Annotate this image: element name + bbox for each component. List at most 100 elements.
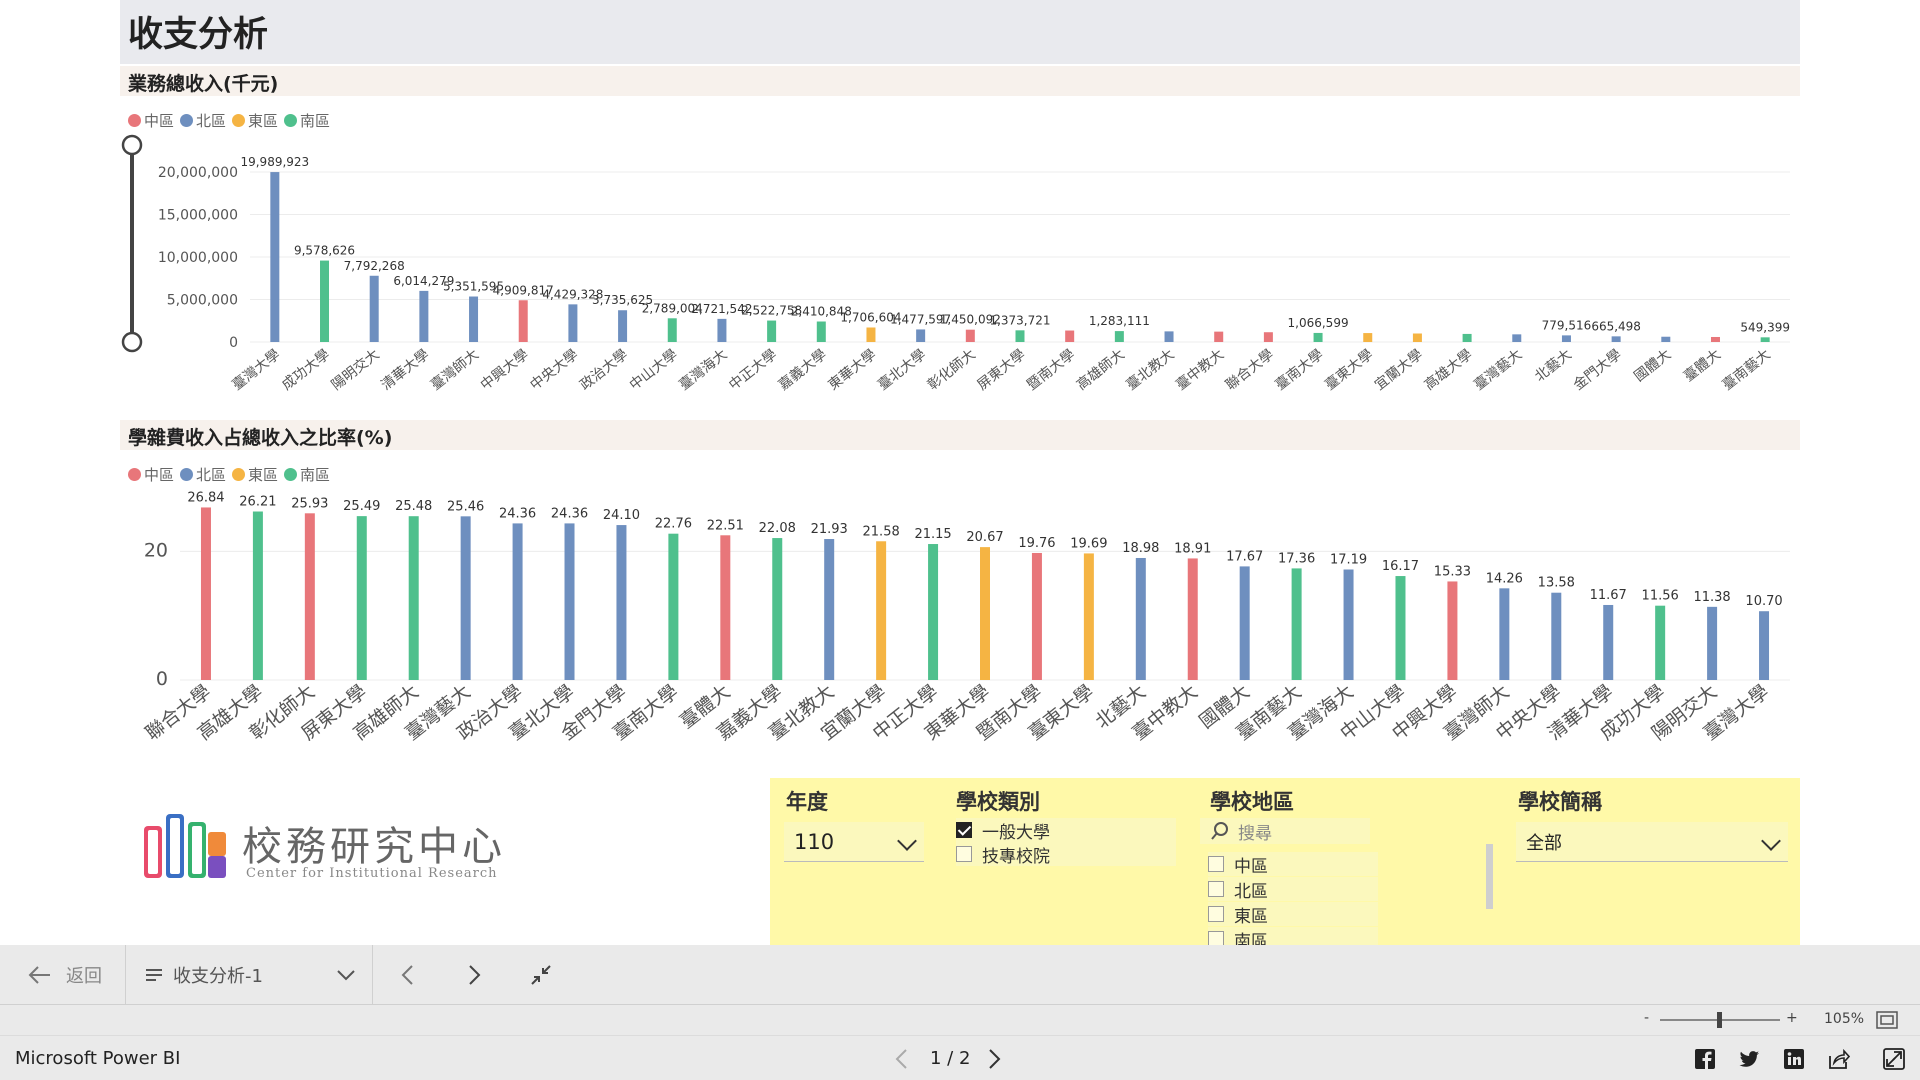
bar[interactable] <box>928 544 939 680</box>
bar[interactable] <box>1135 557 1146 680</box>
bar[interactable] <box>1561 335 1571 342</box>
bar[interactable] <box>568 304 578 342</box>
bar[interactable] <box>1164 331 1174 342</box>
bar[interactable] <box>1187 558 1198 680</box>
previous-page-footer-icon[interactable] <box>894 1048 908 1070</box>
fit-to-page-icon[interactable] <box>1876 1011 1898 1029</box>
bar[interactable] <box>1363 333 1373 342</box>
bar[interactable] <box>980 547 990 680</box>
back-button[interactable]: 返回 <box>28 945 102 1005</box>
bar[interactable] <box>369 275 379 342</box>
bar[interactable] <box>252 511 263 680</box>
zoom-out-button[interactable]: - <box>1644 1010 1649 1026</box>
bar[interactable] <box>1551 592 1562 680</box>
legend-item[interactable]: 南區 <box>284 464 330 485</box>
bar[interactable] <box>1239 566 1250 680</box>
bar[interactable] <box>772 538 783 680</box>
bar[interactable] <box>916 329 926 342</box>
next-page-footer-icon[interactable] <box>988 1048 1002 1070</box>
school-type-option-general[interactable]: 一般大學 <box>956 818 1176 843</box>
legend-item[interactable]: 南區 <box>284 110 330 131</box>
checkbox-icon[interactable] <box>1208 931 1224 945</box>
bar[interactable] <box>304 513 315 680</box>
bar[interactable] <box>618 310 628 342</box>
region-option[interactable]: 中區 <box>1208 852 1378 877</box>
bar[interactable] <box>720 535 731 680</box>
range-slider-handle-top[interactable] <box>121 134 143 156</box>
legend-item[interactable]: 北區 <box>180 464 226 485</box>
bar[interactable] <box>965 329 975 342</box>
legend-item[interactable]: 東區 <box>232 464 278 485</box>
tuition-ratio-chart[interactable]: 02026.84聯合大學26.21高雄大學25.93彰化師大25.49屏東大學2… <box>120 490 1800 770</box>
bar[interactable] <box>667 318 677 342</box>
region-option[interactable]: 東區 <box>1208 902 1378 927</box>
bar[interactable] <box>518 300 528 342</box>
checkbox-icon[interactable] <box>1208 856 1224 872</box>
checkbox-icon[interactable] <box>956 846 972 862</box>
bar[interactable] <box>1065 330 1075 342</box>
bar[interactable] <box>1603 604 1614 680</box>
bar[interactable] <box>668 533 679 680</box>
bar[interactable] <box>469 296 479 342</box>
bar[interactable] <box>824 539 835 680</box>
bar[interactable] <box>1611 336 1621 342</box>
bar[interactable] <box>866 327 876 342</box>
bar[interactable] <box>512 523 523 680</box>
school-dropdown[interactable]: 全部 <box>1516 822 1788 862</box>
checkbox-icon[interactable] <box>1208 906 1224 922</box>
year-dropdown[interactable]: 110 <box>784 822 924 862</box>
bar[interactable] <box>1462 333 1472 342</box>
previous-page-button[interactable] <box>400 945 414 1005</box>
bar[interactable] <box>1447 581 1458 680</box>
bar[interactable] <box>564 523 575 680</box>
bar[interactable] <box>419 290 429 342</box>
legend-item[interactable]: 東區 <box>232 110 278 131</box>
bar[interactable] <box>1395 576 1406 680</box>
checkbox-icon[interactable] <box>1208 881 1224 897</box>
bar[interactable] <box>616 525 627 680</box>
bar[interactable] <box>1499 588 1510 680</box>
facebook-icon[interactable] <box>1694 1048 1716 1070</box>
legend-item[interactable]: 北區 <box>180 110 226 131</box>
bar[interactable] <box>1512 334 1522 342</box>
bar[interactable] <box>717 318 727 342</box>
legend-item[interactable]: 中區 <box>128 110 174 131</box>
bar[interactable] <box>408 516 419 680</box>
bar[interactable] <box>1707 606 1718 680</box>
bar[interactable] <box>1759 611 1770 680</box>
bar[interactable] <box>270 172 280 342</box>
zoom-slider-handle[interactable] <box>1717 1012 1722 1028</box>
bar[interactable] <box>1313 332 1323 342</box>
bar[interactable] <box>1412 333 1422 343</box>
region-option[interactable]: 北區 <box>1208 877 1378 902</box>
bar[interactable] <box>1083 553 1094 680</box>
bar[interactable] <box>1114 331 1124 342</box>
fullscreen-icon[interactable] <box>1883 1048 1905 1070</box>
region-list-scrollbar[interactable] <box>1486 844 1493 909</box>
bar[interactable] <box>1760 337 1770 342</box>
bar[interactable] <box>1343 569 1354 680</box>
bar[interactable] <box>1661 336 1671 342</box>
total-income-chart[interactable]: 0 5,000,000 10,000,000 15,000,000 20,000,000… <box>120 130 1800 420</box>
bar[interactable] <box>356 516 367 680</box>
bar[interactable] <box>200 507 211 680</box>
next-page-button[interactable] <box>468 945 482 1005</box>
linkedin-icon[interactable] <box>1783 1048 1805 1070</box>
bar[interactable] <box>1263 332 1273 342</box>
region-search-input[interactable]: 搜尋 <box>1200 818 1370 844</box>
bar[interactable] <box>1214 331 1224 342</box>
twitter-icon[interactable] <box>1738 1048 1760 1070</box>
share-icon[interactable] <box>1828 1048 1850 1070</box>
bar[interactable] <box>816 321 826 342</box>
bar[interactable] <box>1655 605 1666 680</box>
bar[interactable] <box>1710 336 1720 342</box>
bar[interactable] <box>1291 568 1302 680</box>
bar[interactable] <box>767 320 777 342</box>
bar[interactable] <box>460 516 471 680</box>
bar[interactable] <box>1015 330 1025 342</box>
region-option[interactable]: 南區 <box>1208 927 1378 945</box>
bar[interactable] <box>876 541 887 680</box>
collapse-button[interactable] <box>530 945 552 1005</box>
bar[interactable] <box>320 260 330 342</box>
legend-item[interactable]: 中區 <box>128 464 174 485</box>
